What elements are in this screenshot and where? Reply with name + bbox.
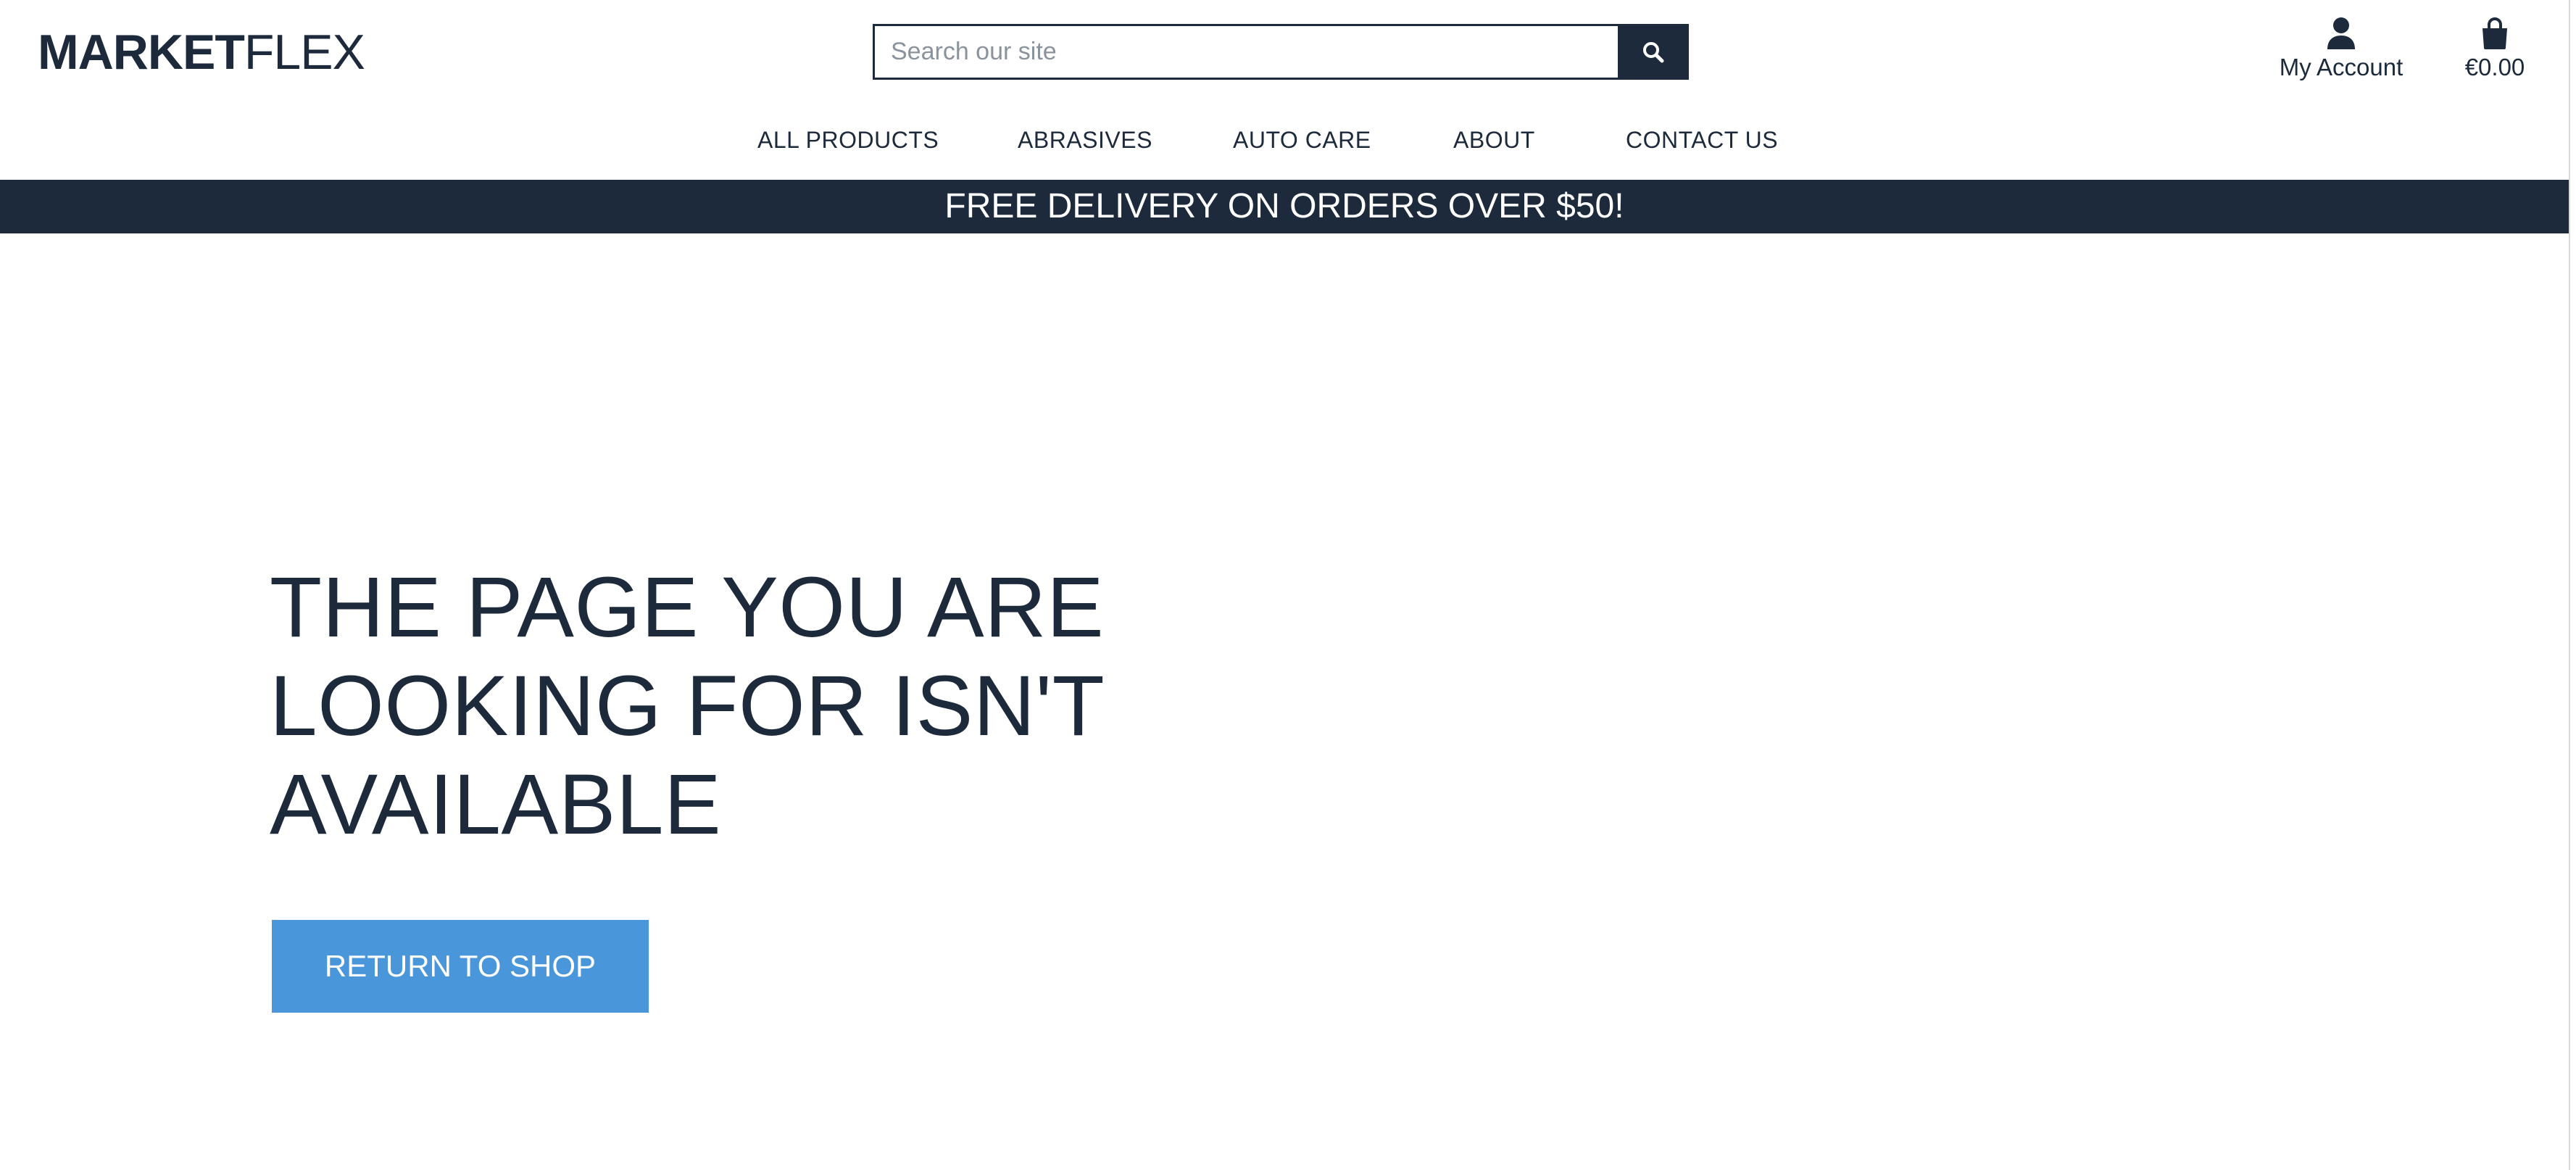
search-icon [1643, 41, 1664, 62]
logo-text-market: MARKET [38, 25, 245, 80]
my-account-label: My Account [2279, 54, 2403, 80]
cart-total: €0.00 [2464, 54, 2525, 80]
nav-item-auto-care[interactable]: AUTO CARE [1233, 122, 1371, 158]
my-account-link[interactable]: My Account [2276, 16, 2406, 84]
nav-item-contact-us[interactable]: CONTACT US [1626, 122, 1778, 158]
search-input[interactable] [873, 24, 1618, 80]
logo-text-flex: FLEX [244, 25, 365, 80]
free-delivery-banner: FREE DELIVERY ON ORDERS OVER $50! [0, 180, 2569, 233]
search-button[interactable] [1618, 24, 1689, 80]
main-nav: ALL PRODUCTS ABRASIVES AUTO CARE ABOUT C… [0, 122, 2576, 158]
nav-item-all-products[interactable]: ALL PRODUCTS [757, 122, 939, 158]
nav-item-about[interactable]: ABOUT [1453, 122, 1535, 158]
page: MARKETFLEX My Account €0.00 [0, 0, 2576, 1170]
site-logo[interactable]: MARKETFLEX [38, 22, 365, 83]
scrollbar-track[interactable] [2569, 0, 2570, 1170]
return-to-shop-button[interactable]: RETURN TO SHOP [272, 920, 649, 1013]
shopping-bag-icon [2482, 17, 2507, 49]
search-form [873, 24, 1689, 80]
user-icon [2327, 17, 2355, 49]
page-title: THE PAGE YOU ARE LOOKING FOR ISN'T AVAIL… [270, 560, 1105, 852]
cart-link[interactable]: €0.00 [2459, 16, 2531, 84]
nav-item-abrasives[interactable]: ABRASIVES [1018, 122, 1152, 158]
